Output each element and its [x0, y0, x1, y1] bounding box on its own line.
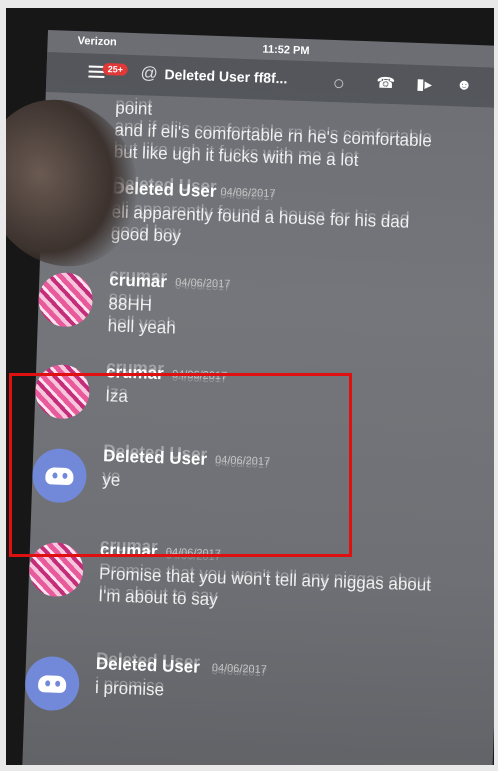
unread-badge: 25+ — [102, 62, 129, 76]
dm-title[interactable]: Deleted User ff8f... — [164, 66, 287, 86]
timestamp: 04/06/2017 — [175, 276, 231, 291]
avatar[interactable] — [24, 655, 81, 712]
status-icon — [334, 79, 344, 89]
timestamp: 04/06/2017 — [220, 186, 276, 201]
highlight-box — [9, 373, 352, 557]
timestamp: 04/06/2017 — [211, 662, 268, 677]
message-text: i promise — [94, 678, 165, 700]
author-name[interactable]: crumar — [109, 270, 167, 292]
phone-icon[interactable]: ☎ — [376, 73, 395, 92]
at-icon: @ — [140, 63, 159, 83]
avatar[interactable] — [37, 271, 94, 328]
author-name[interactable]: Deleted User — [96, 654, 201, 678]
message-text: 88HH — [108, 294, 153, 315]
message-text: hell yeah — [107, 316, 177, 338]
message: Deleted User 04/06/2017 i promise — [24, 652, 494, 712]
members-icon[interactable]: ☻ — [456, 76, 472, 94]
message-text: point — [114, 98, 153, 119]
message: crumar 04/06/2017 88HH hell yeah — [37, 268, 494, 338]
clock: 11:52 PM — [262, 43, 310, 58]
video-icon[interactable]: ▮▸ — [416, 75, 432, 94]
carrier-label: Verizon — [77, 35, 117, 49]
message-text: I'm about to say — [97, 586, 219, 610]
